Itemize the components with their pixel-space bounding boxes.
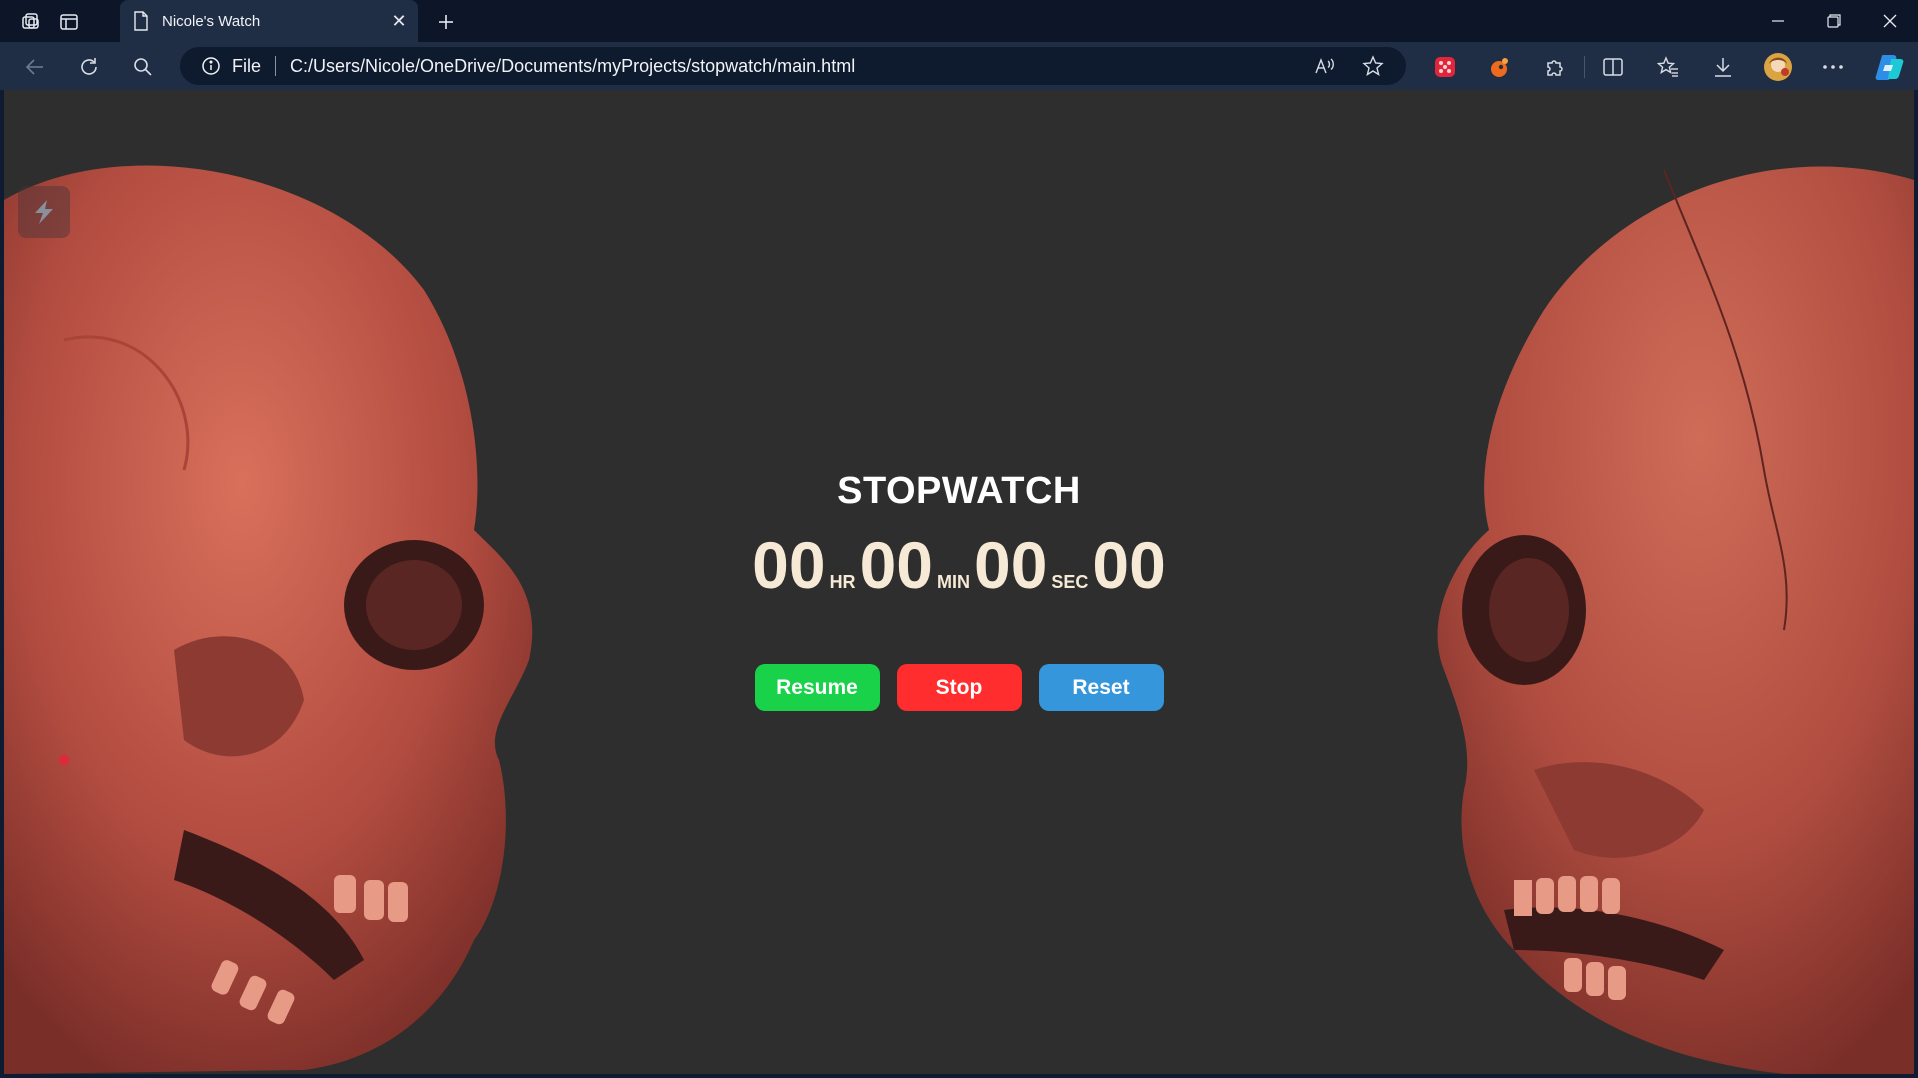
hours-unit: HR [829, 572, 856, 592]
hours-value: 00 [752, 528, 826, 602]
page-viewport: STOPWATCH 00 HR 00 MIN 00 SEC 00 Resume … [4, 90, 1914, 1074]
page-icon [130, 10, 152, 32]
minimize-icon[interactable] [1750, 0, 1806, 42]
browser-toolbar: File C:/Users/Nicole/OneDrive/Documents/… [0, 42, 1918, 90]
url-scheme: File [232, 55, 262, 76]
download-icon[interactable] [1707, 51, 1739, 83]
toolbar-divider [1584, 56, 1585, 78]
close-tab-icon[interactable]: ✕ [386, 8, 412, 34]
centiseconds-value: 00 [1092, 528, 1166, 602]
avatar[interactable] [1762, 51, 1794, 83]
stopwatch-container: STOPWATCH 00 HR 00 MIN 00 SEC 00 Resume … [4, 90, 1914, 1074]
split-screen-icon[interactable] [1597, 51, 1629, 83]
star-icon[interactable] [1358, 51, 1388, 81]
resume-button[interactable]: Resume [754, 664, 880, 711]
address-separator [275, 56, 277, 76]
more-icon[interactable] [1817, 51, 1849, 83]
seconds-unit: SEC [1051, 572, 1089, 592]
refresh-icon[interactable] [74, 52, 104, 82]
page-title: STOPWATCH [837, 470, 1081, 512]
favorites-icon[interactable] [1652, 51, 1684, 83]
back-arrow-icon[interactable] [20, 52, 50, 82]
url-text[interactable]: C:/Users/Nicole/OneDrive/Documents/myPro… [290, 56, 1310, 77]
puzzle-icon[interactable] [1539, 51, 1571, 83]
seconds-value: 00 [973, 528, 1048, 602]
tab-nicoles-watch[interactable]: Nicole's Watch ✕ [120, 0, 418, 42]
browser-tab-bar: Nicole's Watch ✕ [0, 0, 1918, 42]
minutes-value: 00 [859, 528, 933, 602]
close-window-icon[interactable] [1862, 0, 1918, 42]
restore-icon[interactable] [1806, 0, 1862, 42]
reset-button[interactable]: Reset [1038, 664, 1164, 711]
tab-title: Nicole's Watch [162, 12, 261, 30]
tab-actions-icon[interactable] [56, 9, 82, 35]
new-tab-button[interactable] [432, 8, 460, 36]
orange-extension-icon[interactable] [1484, 51, 1516, 83]
workspaces-icon[interactable] [18, 9, 44, 35]
stop-button[interactable]: Stop [896, 664, 1022, 711]
copilot-icon[interactable] [1874, 51, 1906, 83]
time-display: 00 HR 00 MIN 00 SEC 00 [4, 530, 1914, 600]
address-bar[interactable]: File C:/Users/Nicole/OneDrive/Documents/… [180, 47, 1406, 85]
minutes-unit: MIN [936, 572, 970, 592]
control-buttons: Resume Stop Reset [4, 664, 1914, 711]
read-aloud-icon[interactable] [1310, 51, 1340, 81]
search-icon[interactable] [128, 52, 158, 82]
info-icon[interactable] [200, 55, 222, 77]
game-extension-icon[interactable] [1429, 51, 1461, 83]
